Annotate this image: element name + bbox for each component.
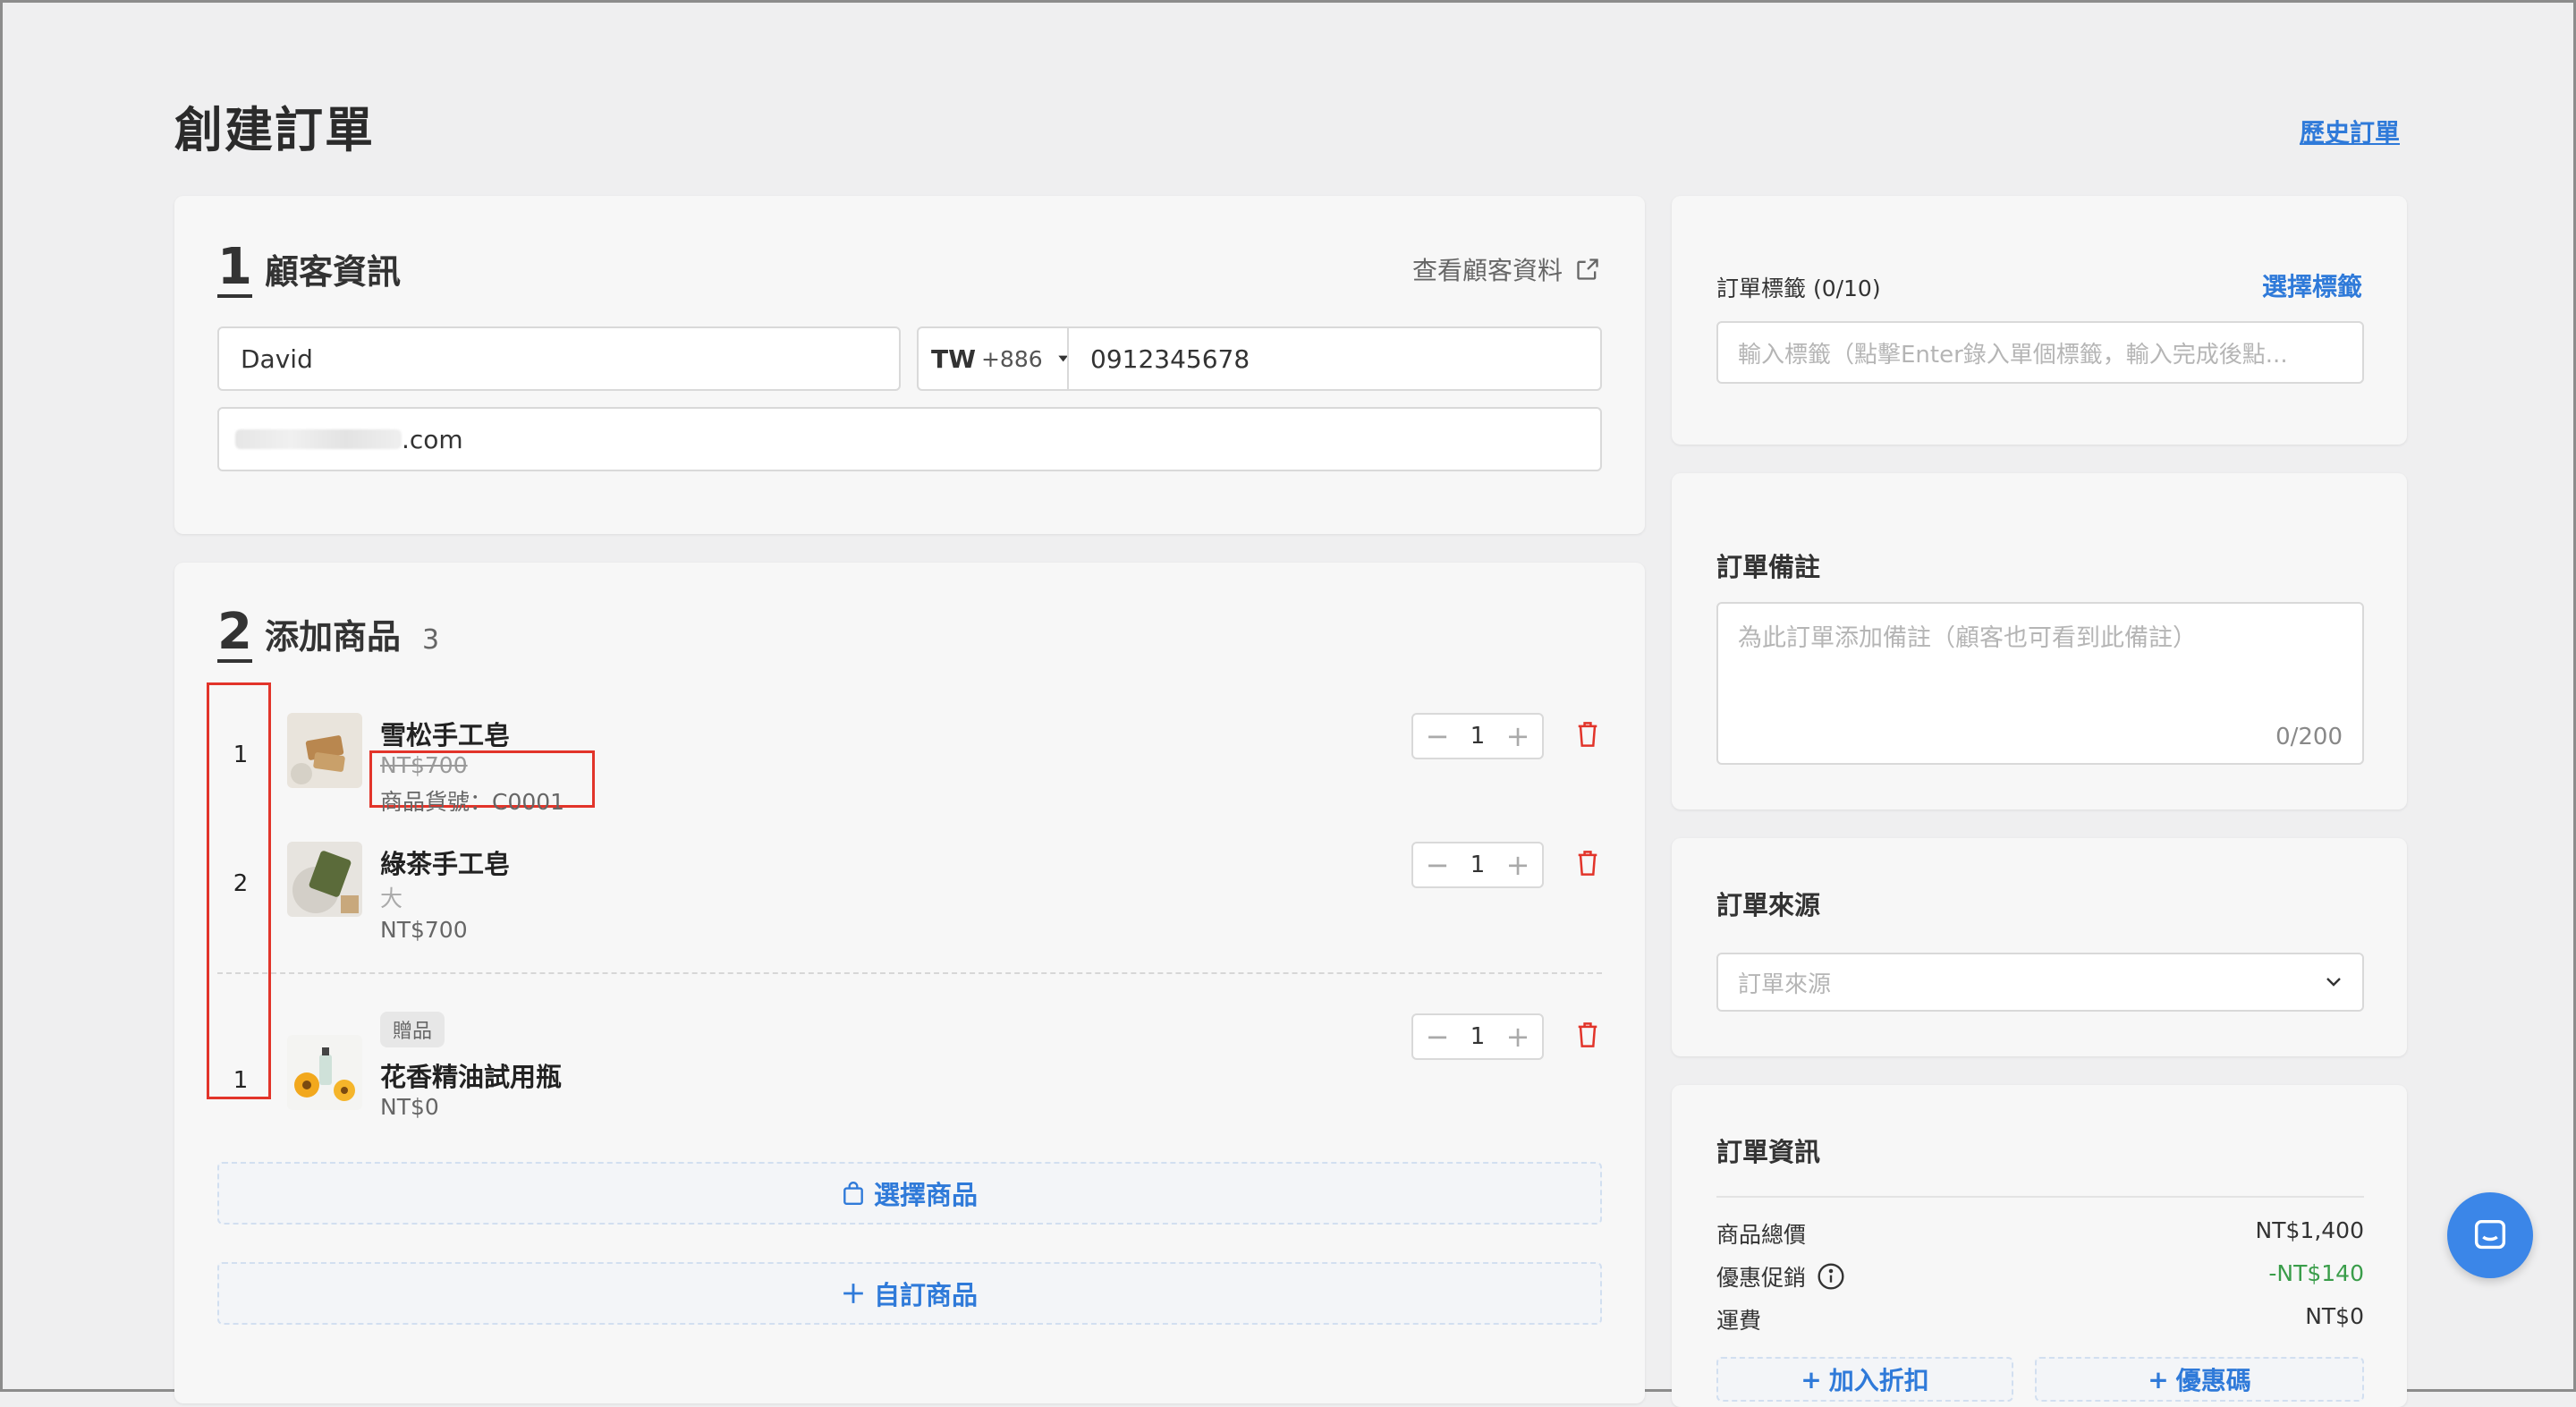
discount-value: -NT$140 <box>2268 1260 2364 1286</box>
minus-icon[interactable]: − <box>1424 1020 1451 1054</box>
plus-icon[interactable]: + <box>1504 719 1531 753</box>
section-number: 1 <box>217 238 252 298</box>
quantity-value: 1 <box>1470 723 1486 750</box>
shipping-label: 運費 <box>1716 1308 1762 1334</box>
order-notes-card: 訂單備註 為此訂單添加備註（顧客也可看到此備註） 0/200 <box>1672 473 2407 809</box>
minus-icon[interactable]: − <box>1424 719 1451 753</box>
subtotal-label: 商品總價 <box>1716 1222 1807 1248</box>
chat-icon <box>2474 1219 2506 1250</box>
source-label: 訂單來源 <box>1716 890 1821 920</box>
customer-info-card: 1 顧客資訊 查看顧客資料 David TW +886 0912345678 .… <box>174 196 1645 534</box>
section-number: 2 <box>217 603 252 663</box>
shipping-value: NT$0 <box>2305 1303 2364 1329</box>
view-customer-link[interactable]: 查看顧客資料 <box>1412 251 1600 287</box>
coupon-button[interactable]: + 優惠碼 <box>2035 1357 2364 1402</box>
plus-icon <box>843 1284 863 1303</box>
source-placeholder: 訂單來源 <box>1738 970 1832 998</box>
order-info-label: 訂單資訊 <box>1716 1137 1821 1167</box>
order-tags-card: 訂單標籤 (0/10) 選擇標籤 輸入標籤（點擊Enter錄入單個標籤，輸入完成… <box>1672 196 2407 445</box>
gift-divider <box>217 972 1602 974</box>
subtotal-row: 商品總價 NT$1,400 <box>1716 1217 2364 1250</box>
order-info-card: 訂單資訊 商品總價 NT$1,400 優惠促銷 -NT$140 運費 NT$0 … <box>1672 1085 2407 1407</box>
chat-support-button[interactable] <box>2447 1192 2533 1278</box>
trash-icon[interactable] <box>1575 849 1600 877</box>
trash-icon[interactable] <box>1575 1021 1600 1049</box>
shopping-bag-icon <box>843 1181 863 1206</box>
shipping-row: 運費 NT$0 <box>1716 1303 2364 1335</box>
view-customer-label: 查看顧客資料 <box>1411 256 1563 285</box>
plus-icon[interactable]: + <box>1504 848 1531 882</box>
product-count: 3 <box>421 624 440 656</box>
country-code-select[interactable]: TW +886 <box>917 326 1069 391</box>
select-products-button[interactable]: 選擇商品 <box>217 1162 1602 1225</box>
plus-icon[interactable]: + <box>1504 1020 1531 1054</box>
coupon-label: 優惠碼 <box>2175 1366 2251 1395</box>
product-index: 1 <box>233 742 249 768</box>
product-name: 綠茶手工皂 <box>380 849 511 879</box>
notes-counter: 0/200 <box>2275 724 2343 750</box>
history-orders-link[interactable]: 歷史訂單 <box>2300 114 2400 149</box>
product-name: 雪松手工皂 <box>380 720 511 750</box>
product-thumbnail <box>287 1035 362 1110</box>
country-code: TW <box>931 343 976 374</box>
section-title: 添加商品 <box>264 617 401 657</box>
customer-name-value: David <box>241 343 313 374</box>
add-discount-label: 加入折扣 <box>1828 1366 1929 1395</box>
products-section-header: 2 添加商品 3 <box>217 607 439 663</box>
tags-label: 訂單標籤 (0/10) <box>1716 275 1881 301</box>
quantity-value: 1 <box>1470 852 1486 878</box>
chevron-down-icon <box>2326 978 2341 987</box>
product-thumbnail <box>287 713 362 788</box>
product-variant: 大 <box>380 886 403 911</box>
notes-label: 訂單備註 <box>1716 552 1821 582</box>
product-thumbnail <box>287 842 362 917</box>
product-index: 1 <box>233 1067 249 1094</box>
external-link-icon <box>1577 259 1598 280</box>
phone-value: 0912345678 <box>1090 343 1250 374</box>
notes-textarea[interactable]: 為此訂單添加備註（顧客也可看到此備註） 0/200 <box>1716 602 2364 765</box>
quantity-stepper[interactable]: − 1 + <box>1411 1013 1544 1060</box>
page-title: 創建訂單 <box>174 102 375 158</box>
discount-row: 優惠促銷 -NT$140 <box>1716 1260 2364 1293</box>
subtotal-value: NT$1,400 <box>2255 1217 2364 1243</box>
email-suffix: .com <box>402 424 463 454</box>
discount-label: 優惠促銷 <box>1716 1265 1807 1291</box>
select-tags-button[interactable]: 選擇標籤 <box>2262 267 2362 303</box>
info-icon[interactable] <box>1817 1262 1845 1291</box>
quantity-value: 1 <box>1470 1023 1486 1050</box>
tags-input[interactable]: 輸入標籤（點擊Enter錄入單個標籤，輸入完成後點... <box>1716 321 2364 384</box>
product-price: NT$700 <box>380 752 468 778</box>
order-info-divider <box>1716 1196 2364 1198</box>
add-discount-button[interactable]: + 加入折扣 <box>1716 1357 2013 1402</box>
quantity-stepper[interactable]: − 1 + <box>1411 842 1544 888</box>
product-price: NT$0 <box>380 1094 439 1120</box>
customer-name-input[interactable]: David <box>217 326 901 391</box>
product-name: 花香精油試用瓶 <box>380 1062 563 1092</box>
section-title: 顧客資訊 <box>264 252 401 292</box>
phone-input[interactable]: 0912345678 <box>1067 326 1602 391</box>
custom-product-label: 自訂商品 <box>873 1280 978 1310</box>
tags-placeholder: 輸入標籤（點擊Enter錄入單個標籤，輸入完成後點... <box>1738 341 2288 369</box>
source-select[interactable]: 訂單來源 <box>1716 953 2364 1012</box>
notes-placeholder: 為此訂單添加備註（顧客也可看到此備註） <box>1738 624 2197 652</box>
email-input[interactable]: .com <box>217 407 1602 471</box>
gift-badge: 贈品 <box>380 1012 445 1047</box>
minus-icon[interactable]: − <box>1424 848 1451 882</box>
quantity-stepper[interactable]: − 1 + <box>1411 713 1544 759</box>
product-price: NT$700 <box>380 917 468 943</box>
dial-code: +886 <box>980 345 1043 372</box>
customer-section-header: 1 顧客資訊 <box>217 242 401 298</box>
discount-label-wrap: 優惠促銷 <box>1716 1260 1845 1293</box>
order-source-card: 訂單來源 訂單來源 <box>1672 838 2407 1056</box>
email-blurred <box>235 429 402 449</box>
plus-icon: + <box>2148 1364 2169 1394</box>
product-index: 2 <box>233 870 249 897</box>
select-products-label: 選擇商品 <box>873 1180 978 1210</box>
custom-product-button[interactable]: 自訂商品 <box>217 1262 1602 1325</box>
plus-icon: + <box>1801 1364 1822 1394</box>
product-sku: 商品貨號：C0001 <box>380 789 565 815</box>
trash-icon[interactable] <box>1575 720 1600 749</box>
add-products-card: 2 添加商品 3 1 雪松手工皂 NT$700 商品貨號：C0001 − 1 +… <box>174 563 1645 1403</box>
